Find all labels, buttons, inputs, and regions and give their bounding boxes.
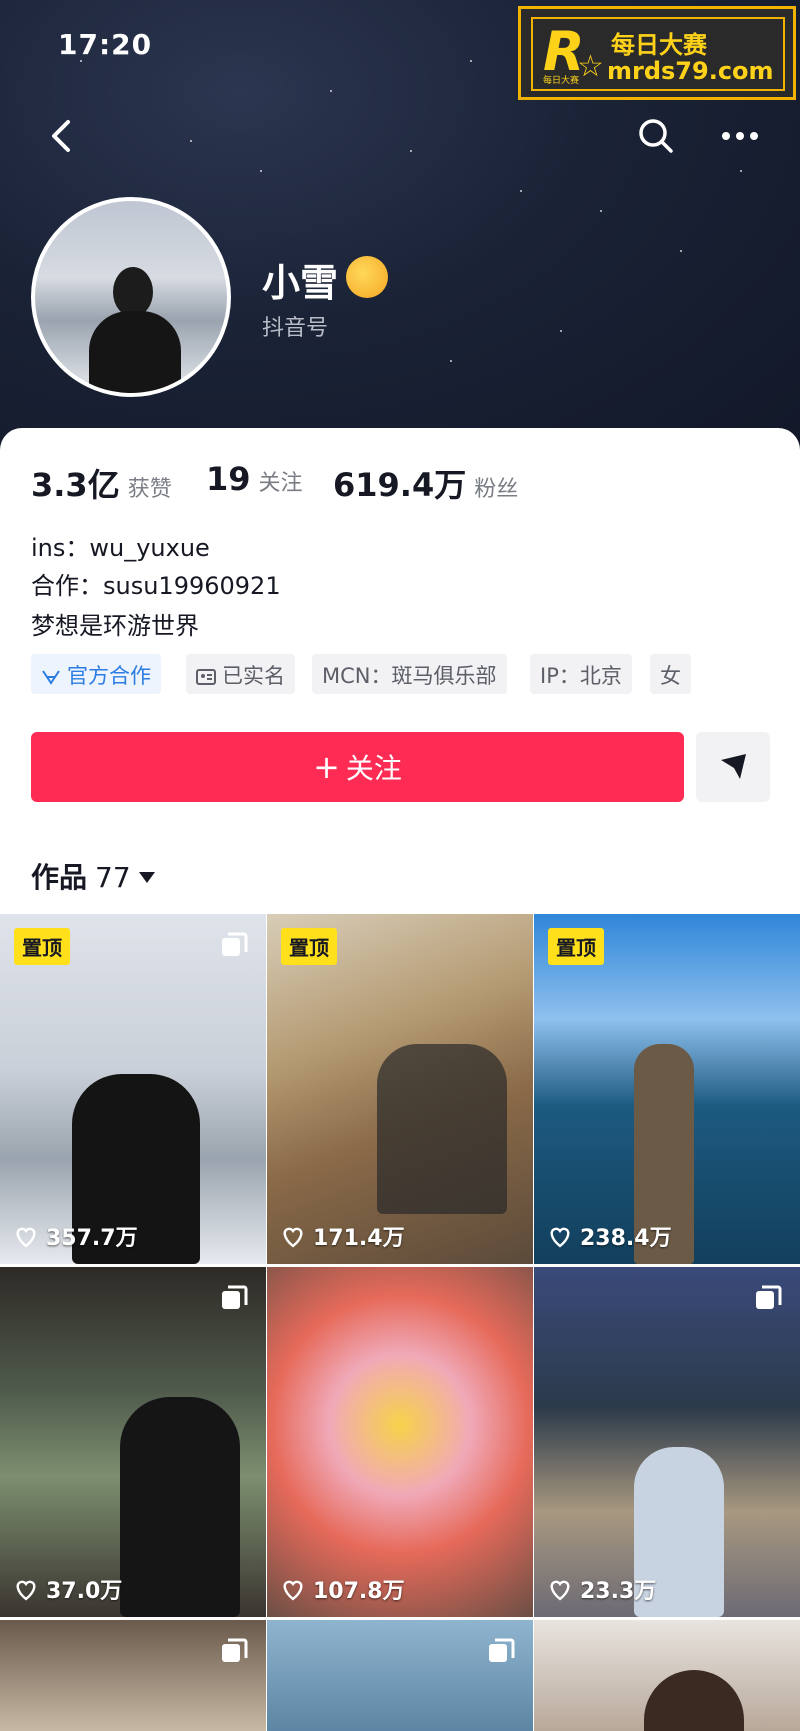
stat-value: 19 — [206, 460, 251, 498]
pinned-badge: 置顶 — [548, 928, 604, 965]
video-thumbnail[interactable]: 置顶 238.4万 — [534, 914, 800, 1264]
official-icon — [42, 670, 60, 685]
heart-icon — [550, 1227, 570, 1248]
follow-button[interactable]: + 关注 — [31, 732, 684, 802]
thumbnail-figure — [377, 1044, 507, 1214]
multi-image-icon — [222, 1638, 248, 1662]
video-thumbnail[interactable]: 37.0万 — [0, 1267, 266, 1617]
star — [330, 90, 332, 92]
id-card-icon — [196, 669, 216, 685]
heart-icon — [283, 1580, 303, 1601]
status-time: 17:20 — [58, 28, 153, 61]
video-thumbnail[interactable] — [267, 1620, 533, 1731]
like-count: 357.7万 — [14, 1220, 138, 1252]
video-thumbnail[interactable] — [0, 1620, 266, 1731]
back-icon[interactable] — [46, 116, 76, 156]
heart-icon — [550, 1580, 570, 1601]
pinned-badge: 置顶 — [14, 928, 70, 965]
heart-icon — [16, 1580, 36, 1601]
bio-line: ins：wu_yuxue — [31, 534, 210, 562]
video-thumbnail[interactable]: 23.3万 — [534, 1267, 800, 1617]
tag-label: 已实名 — [222, 664, 285, 688]
star — [410, 150, 412, 152]
watermark-frame: R ☆ 每日大赛 每日大赛 mrds79.com — [531, 17, 785, 91]
like-count-value: 107.8万 — [313, 1579, 405, 1604]
like-count: 107.8万 — [281, 1573, 405, 1605]
like-count: 23.3万 — [548, 1573, 656, 1605]
multi-image-icon — [489, 1638, 515, 1662]
send-message-button[interactable] — [696, 732, 770, 802]
stat-value: 619.4万 — [333, 466, 467, 504]
like-count-value: 357.7万 — [46, 1226, 138, 1251]
caret-down-icon — [138, 872, 155, 883]
like-count-value: 23.3万 — [580, 1579, 657, 1604]
like-count: 238.4万 — [548, 1220, 672, 1252]
more-icon[interactable] — [718, 116, 762, 156]
tag-mcn[interactable]: MCN：斑马俱乐部 — [312, 654, 507, 694]
tag-label: 官方合作 — [67, 664, 151, 688]
stat-label: 获赞 — [127, 477, 172, 502]
works-grid: 置顶 357.7万 置顶 171.4万 置顶 238.4万 37.0万 107.… — [0, 914, 800, 1731]
heart-icon — [283, 1227, 303, 1248]
star — [680, 250, 682, 252]
tag-gender: 女 — [650, 654, 691, 694]
multi-image-icon — [222, 1285, 248, 1309]
watermark-logo: R ☆ 每日大赛 每日大赛 mrds79.com — [518, 6, 796, 100]
tag-verified[interactable]: 已实名 — [186, 654, 295, 694]
star — [560, 330, 562, 332]
star — [450, 360, 452, 362]
star — [470, 60, 472, 62]
stat-following[interactable]: 19 关注 — [206, 460, 303, 498]
heart-icon — [16, 1227, 36, 1248]
stat-value: 3.3亿 — [31, 466, 120, 504]
bio-line: 梦想是环游世界 — [31, 612, 199, 640]
video-thumbnail[interactable]: 置顶 171.4万 — [267, 914, 533, 1264]
video-thumbnail[interactable] — [534, 1620, 800, 1731]
like-count: 171.4万 — [281, 1220, 405, 1252]
pinned-badge: 置顶 — [281, 928, 337, 965]
stat-likes[interactable]: 3.3亿 获赞 — [31, 460, 172, 506]
works-count: 77 — [95, 861, 131, 894]
star-icon: ☆ — [577, 49, 604, 84]
video-thumbnail[interactable]: 107.8万 — [267, 1267, 533, 1617]
like-count-value: 37.0万 — [46, 1579, 123, 1604]
avatar[interactable] — [31, 197, 231, 397]
stat-fans[interactable]: 619.4万 粉丝 — [333, 460, 518, 506]
multi-image-icon — [222, 932, 248, 956]
star — [600, 210, 602, 212]
watermark-url: mrds79.com — [607, 57, 774, 85]
nickname: 小雪 — [262, 261, 339, 305]
like-count-value: 238.4万 — [580, 1226, 672, 1251]
star — [190, 140, 192, 142]
star — [740, 170, 742, 172]
send-icon — [721, 754, 746, 779]
tab-works[interactable]: 作品 77 — [31, 856, 155, 896]
follow-label: 关注 — [345, 752, 402, 785]
star — [520, 190, 522, 192]
thumbnail-figure — [120, 1397, 240, 1617]
multi-image-icon — [756, 1285, 782, 1309]
tag-official-cooperation[interactable]: 官方合作 — [31, 654, 161, 694]
stat-label: 粉丝 — [474, 477, 519, 502]
smiling-face-emoji-icon — [346, 256, 388, 298]
bio-line: 合作：susu19960921 — [31, 572, 281, 600]
thumbnail-figure — [644, 1670, 744, 1731]
like-count: 37.0万 — [14, 1573, 122, 1605]
works-label: 作品 — [31, 861, 88, 894]
star — [260, 170, 262, 172]
stat-label: 关注 — [258, 471, 303, 496]
video-thumbnail[interactable]: 置顶 357.7万 — [0, 914, 266, 1264]
avatar-figure — [89, 311, 181, 393]
watermark-brand: 每日大赛 — [611, 31, 707, 59]
tag-ip-location: IP：北京 — [530, 654, 632, 694]
search-icon[interactable] — [636, 116, 676, 156]
douyin-id-label[interactable]: 抖音号 — [262, 310, 328, 342]
like-count-value: 171.4万 — [313, 1226, 405, 1251]
avatar-head — [113, 267, 153, 317]
profile-screen: 17:20 ••• R ☆ 每日大赛 每日大赛 mrds79.com 小雪 抖音… — [0, 0, 800, 1731]
watermark-small-text: 每日大赛 — [543, 76, 580, 86]
plus-icon: + — [313, 748, 340, 786]
